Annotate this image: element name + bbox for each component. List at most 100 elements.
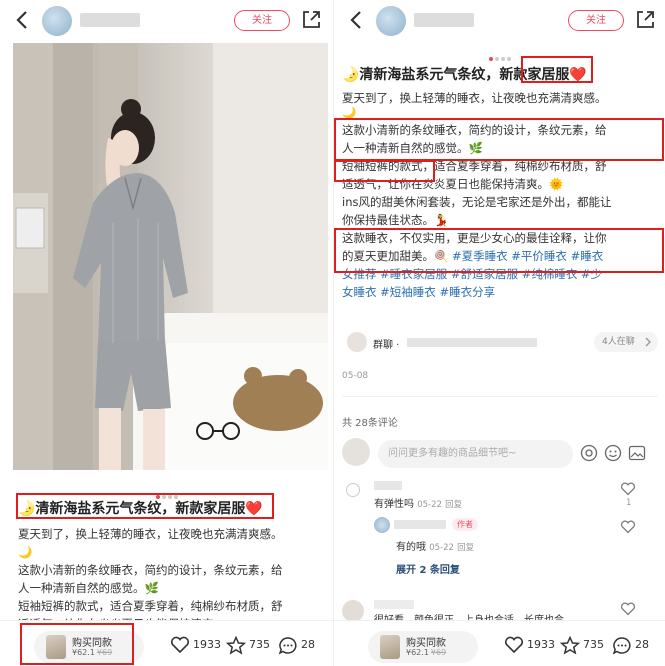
reply-name-blurred[interactable] xyxy=(394,520,446,529)
comment-1-reply[interactable]: 回复 xyxy=(445,500,462,510)
tag-pajamas[interactable]: #睡衣 xyxy=(571,249,604,263)
follow-button[interactable]: 关注 xyxy=(568,10,624,31)
group-avatar xyxy=(347,332,367,352)
paragraph-3b: 适透气，让你在炎炎夏日也能保持清爽。🌞 xyxy=(342,177,564,191)
star-count: 735 xyxy=(583,638,604,651)
buy-price: ¥62.1 ¥69 xyxy=(72,648,113,657)
title-part-1: 🌛清新海盐系元气条纹，新款 xyxy=(342,67,528,83)
paragraph-2a: 这款小清新的条纹睡衣，简约的设计，条纹元素，给 xyxy=(18,563,283,577)
post-body: 夏天到了，换上轻薄的睡衣，让夜晚也充满清爽感。 🌙 这款小清新的条纹睡衣，简约的… xyxy=(342,89,662,301)
like-count: 1933 xyxy=(527,638,555,651)
author-name-blurred[interactable] xyxy=(414,13,474,27)
tag-cheap-pajamas[interactable]: #平价睡衣 xyxy=(511,249,567,263)
my-avatar xyxy=(342,438,370,466)
comment-2: 有的哦 05-22 回复 xyxy=(396,538,474,553)
post-date: 05-08 xyxy=(342,371,369,381)
right-screen: 关注 🌛清新海盐系元气条纹，新款家居服❤️ 夏天到了，换上轻薄的睡衣，让夜晚也充… xyxy=(333,0,665,666)
commenter-avatar[interactable] xyxy=(346,483,360,497)
share-icon[interactable] xyxy=(300,9,322,31)
comment-1-likes: 1 xyxy=(626,498,632,508)
divider xyxy=(342,396,658,397)
product-thumbnail xyxy=(380,635,400,659)
paragraph-3a: 短袖短裤的款式，适合夏季穿着，纯棉纱布材质，舒 xyxy=(342,159,607,173)
star-stat[interactable]: 735 xyxy=(225,634,270,656)
star-icon xyxy=(559,635,581,655)
comment-count: 28 xyxy=(635,638,649,651)
follow-button[interactable]: 关注 xyxy=(234,10,290,31)
emoji-icon[interactable] xyxy=(604,444,622,462)
paragraph-5b: 的夏天更加甜美。🍭 #夏季睡衣 #平价睡衣 #睡衣 xyxy=(342,249,604,263)
left-screen: 关注 🌛清新海盐系元气条纹，新款家居服❤️ 夏天到了，换上轻薄的睡衣，让夜晚也充… xyxy=(0,0,333,666)
tag-line-2[interactable]: 女推荐 #睡衣家居服 #舒适家居服 #纯棉睡衣 #少 xyxy=(342,265,662,283)
image-icon[interactable] xyxy=(628,444,646,462)
commenter-name-blurred[interactable] xyxy=(374,481,402,490)
author-badge: 作者 xyxy=(452,518,478,531)
commenter-avatar-3[interactable] xyxy=(342,600,364,622)
post-photo[interactable] xyxy=(13,43,328,470)
comment-count-label: 共 28条评论 xyxy=(342,418,398,429)
bottom-bar: 购买同款 ¥62.1 ¥69 1933 735 28 xyxy=(0,620,333,666)
heart-icon[interactable] xyxy=(620,602,636,616)
expand-replies-button[interactable]: 展开 2 条回复 xyxy=(396,561,460,576)
author-avatar[interactable] xyxy=(376,6,406,36)
top-bar: 关注 xyxy=(0,0,333,42)
chevron-right-icon xyxy=(645,337,651,347)
paragraph-2b: 人一种清新自然的感觉。🌿 xyxy=(18,581,159,595)
post-title: 🌛清新海盐系元气条纹，新款家居服❤️ xyxy=(342,64,587,84)
at-icon[interactable] xyxy=(580,444,598,462)
author-avatar[interactable] xyxy=(42,6,72,36)
commenter-3-name-blurred[interactable] xyxy=(374,600,414,609)
tag-summer-pajamas[interactable]: #夏季睡衣 xyxy=(452,249,508,263)
paragraph-1: 夏天到了，换上轻薄的睡衣，让夜晚也充满清爽感。 xyxy=(18,527,283,541)
star-icon xyxy=(225,635,247,655)
paragraph-moon: 🌙 xyxy=(18,545,33,559)
top-bar: 关注 xyxy=(334,0,665,42)
comment-2-reply[interactable]: 回复 xyxy=(457,543,474,553)
paragraph-3a: 短袖短裤的款式，适合夏季穿着，纯棉纱布材质，舒 xyxy=(18,599,283,613)
paragraph-5a: 这款睡衣，不仅实用，更是少女心的最佳诠释，让你 xyxy=(342,231,607,245)
buy-label: 购买同款 xyxy=(72,638,112,649)
comment-stat[interactable]: 28 xyxy=(278,634,315,656)
group-name-blurred xyxy=(407,338,537,347)
group-members-pill[interactable]: 4人在聊 xyxy=(594,332,658,352)
comment-input[interactable]: 问问更多有趣的商品细节吧~ xyxy=(378,440,573,468)
comment-stat[interactable]: 28 xyxy=(612,634,649,656)
buy-same-button[interactable]: 购买同款 ¥62.1 ¥69 xyxy=(34,631,144,663)
buy-label: 购买同款 xyxy=(406,638,446,649)
paragraph-2a: 这款小清新的条纹睡衣，简约的设计，条纹元素，给 xyxy=(342,123,607,137)
paragraph-2b: 人一种清新自然的感觉。🌿 xyxy=(342,141,483,155)
star-count: 735 xyxy=(249,638,270,651)
comment-icon xyxy=(612,636,631,654)
comment-icon xyxy=(278,636,297,654)
like-count: 1933 xyxy=(193,638,221,651)
buy-price: ¥62.1 ¥69 xyxy=(406,648,447,657)
heart-icon[interactable] xyxy=(620,482,636,496)
comment-2-text: 有的哦 xyxy=(396,542,426,553)
tag-line-3[interactable]: 女睡衣 #短袖睡衣 #睡衣分享 xyxy=(342,283,662,301)
comment-1-date: 05-22 xyxy=(417,500,442,510)
carousel-dots xyxy=(334,46,665,65)
photo-illustration xyxy=(13,43,328,470)
author-reply-avatar[interactable] xyxy=(374,517,390,533)
like-stat[interactable]: 1933 xyxy=(170,634,221,656)
group-chat-row[interactable]: 群聊 · 4人在聊 xyxy=(347,332,658,356)
post-body: 夏天到了，换上轻薄的睡衣，让夜晚也充满清爽感。 🌙 这款小清新的条纹睡衣，简约的… xyxy=(18,525,318,633)
title-part-2: 家居服❤️ xyxy=(527,67,587,83)
paragraph-1: 夏天到了，换上轻薄的睡衣，让夜晚也充满清爽感。 xyxy=(342,91,607,105)
star-stat[interactable]: 735 xyxy=(559,634,604,656)
back-icon[interactable] xyxy=(346,9,368,31)
heart-icon[interactable] xyxy=(620,520,636,534)
post-title: 🌛清新海盐系元气条纹，新款家居服❤️ xyxy=(18,501,263,517)
author-name-blurred[interactable] xyxy=(80,13,140,27)
paragraph-moon: 🌙 xyxy=(342,107,357,119)
share-icon[interactable] xyxy=(634,9,656,31)
like-stat[interactable]: 1933 xyxy=(504,634,555,656)
back-icon[interactable] xyxy=(12,9,34,31)
paragraph-4b: 你保持最佳状态。💃 xyxy=(342,213,449,227)
group-label: 群聊 · xyxy=(373,340,400,351)
comment-2-date: 05-22 xyxy=(429,543,454,553)
comment-1: 有弹性吗 05-22 回复 xyxy=(374,495,462,510)
bottom-bar: 购买同款 ¥62.1 ¥69 1933 735 28 xyxy=(334,620,665,666)
buy-same-button[interactable]: 购买同款 ¥62.1 ¥69 xyxy=(368,631,478,663)
heart-icon xyxy=(170,636,190,654)
